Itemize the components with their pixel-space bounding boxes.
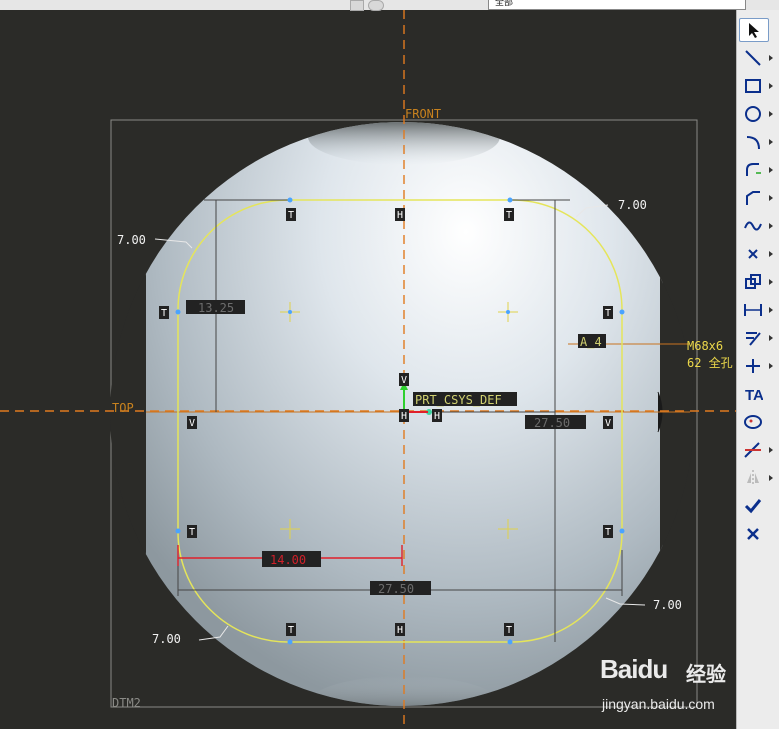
svg-text:T: T	[605, 308, 611, 319]
radius-dim-top-left: 7.00	[117, 233, 146, 247]
front-label: FRONT	[405, 107, 441, 121]
constraint-icon	[746, 359, 760, 373]
watermark-url: jingyan.baidu.com	[602, 696, 715, 712]
radius-dim-top-right: 7.00	[618, 198, 647, 212]
palette-tool[interactable]	[739, 411, 767, 433]
point-tool[interactable]	[739, 243, 773, 265]
svg-text:T: T	[288, 625, 294, 636]
width-half-dim: 27.50	[534, 416, 570, 430]
thread-label-2: 62 全孔	[687, 355, 733, 370]
line-icon	[745, 50, 761, 66]
dimension-icon	[744, 304, 762, 316]
select-tool[interactable]	[739, 18, 769, 42]
svg-text:V: V	[605, 418, 611, 429]
mirror-icon	[747, 470, 759, 486]
trim-tool[interactable]	[739, 439, 773, 461]
sketch-toolbar: TA	[736, 10, 779, 729]
offset-tool[interactable]	[739, 271, 773, 293]
accept-button[interactable]	[739, 495, 767, 517]
modify-icon	[746, 332, 761, 346]
spline-tool[interactable]	[739, 215, 773, 237]
svg-text:T: T	[506, 210, 512, 221]
point-icon	[748, 249, 758, 259]
watermark-logo: Baidu	[600, 654, 668, 684]
svg-text:TA: TA	[745, 387, 763, 403]
top-label: TOP	[112, 401, 134, 415]
rectangle-icon	[745, 79, 761, 93]
height-dim: 13.25	[198, 301, 234, 315]
fillet-tool[interactable]	[739, 159, 773, 181]
chamfer-icon	[746, 191, 760, 205]
circle-tool[interactable]	[739, 103, 773, 125]
filter-select[interactable]: 全部	[488, 0, 746, 10]
watermark: Baidu 经验 jingyan.baidu.com	[598, 650, 738, 720]
offset-icon	[745, 274, 761, 289]
arc-tool[interactable]	[739, 131, 773, 153]
text-icon: TA	[745, 387, 763, 403]
select-icon	[749, 23, 759, 38]
palette-icon	[744, 415, 762, 429]
trim-icon	[744, 442, 761, 458]
cancel-icon	[747, 528, 759, 540]
fillet-icon	[746, 163, 761, 176]
svg-text:H: H	[434, 411, 440, 422]
text-tool[interactable]: TA	[739, 383, 767, 405]
dtm2-label: DTM2	[112, 696, 141, 710]
svg-text:H: H	[397, 625, 403, 636]
dimension-tool[interactable]	[739, 299, 773, 321]
radius-dim-bottom-left: 7.00	[152, 632, 181, 646]
rectangle-tool[interactable]	[739, 75, 773, 97]
constraint-tool[interactable]	[739, 355, 773, 377]
accept-icon	[744, 499, 762, 514]
offset-dim: 14.00	[270, 553, 306, 567]
svg-text:T: T	[605, 527, 611, 538]
svg-text:T: T	[161, 308, 167, 319]
svg-text:T: T	[288, 210, 294, 221]
axis-a4-label: A_4	[580, 335, 602, 349]
svg-text:H: H	[397, 210, 403, 221]
sketch-viewport[interactable]: FRONT TOP DTM2 PRT_CSYS_DEF A_4 M68x6 62…	[0, 10, 736, 729]
cancel-button[interactable]	[739, 523, 767, 545]
svg-text:V: V	[401, 375, 407, 386]
svg-text:T: T	[506, 625, 512, 636]
modify-tool[interactable]	[739, 327, 773, 349]
svg-text:H: H	[401, 411, 407, 422]
svg-text:V: V	[189, 418, 195, 429]
watermark-cn: 经验	[686, 662, 726, 686]
spline-icon	[744, 221, 762, 231]
arc-icon	[746, 136, 760, 150]
radius-dim-bottom-right: 7.00	[653, 598, 682, 612]
line-tool[interactable]	[739, 47, 773, 69]
svg-text:T: T	[189, 527, 195, 538]
top-toolbar: 全部	[0, 0, 779, 11]
chamfer-tool[interactable]	[739, 187, 773, 209]
width-full-dim: 27.50	[378, 582, 414, 596]
csys-label: PRT_CSYS_DEF	[415, 393, 502, 407]
mirror-tool[interactable]	[739, 467, 773, 489]
thread-label-1: M68x6	[687, 339, 723, 353]
circle-icon	[745, 106, 761, 122]
